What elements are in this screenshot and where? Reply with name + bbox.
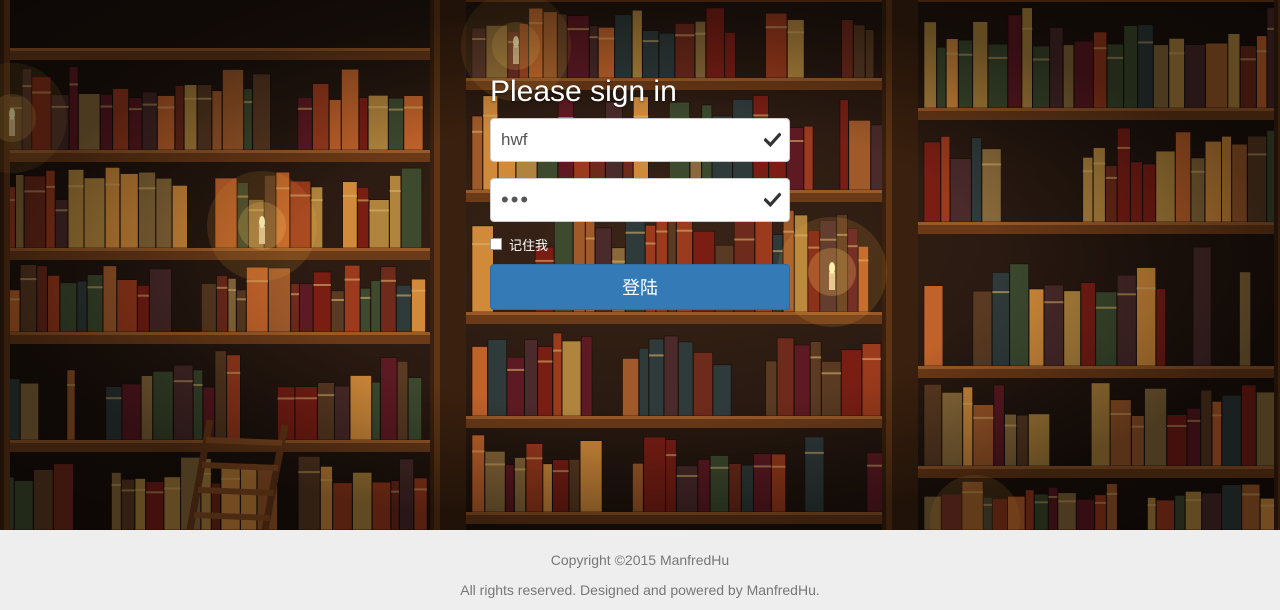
signin-title: Please sign in [490,75,677,108]
remember-label[interactable]: 记住我 [509,235,548,254]
password-field-wrapper [490,178,790,222]
footer-copyright: Copyright ©2015 ManfredHu [550,552,730,568]
signin-form: Please sign in 记住我 登陆 [490,74,790,310]
password-input[interactable] [491,179,789,221]
login-button[interactable]: 登陆 [490,264,790,310]
username-input[interactable] [491,119,789,161]
check-icon [764,192,781,208]
check-icon [764,132,781,148]
username-field-wrapper [490,118,790,162]
remember-me: 记住我 [490,234,790,254]
remember-checkbox[interactable] [490,238,502,250]
footer-rights: All rights reserved. Designed and powere… [460,582,820,598]
page-footer: Copyright ©2015 ManfredHu All rights res… [0,530,1280,610]
